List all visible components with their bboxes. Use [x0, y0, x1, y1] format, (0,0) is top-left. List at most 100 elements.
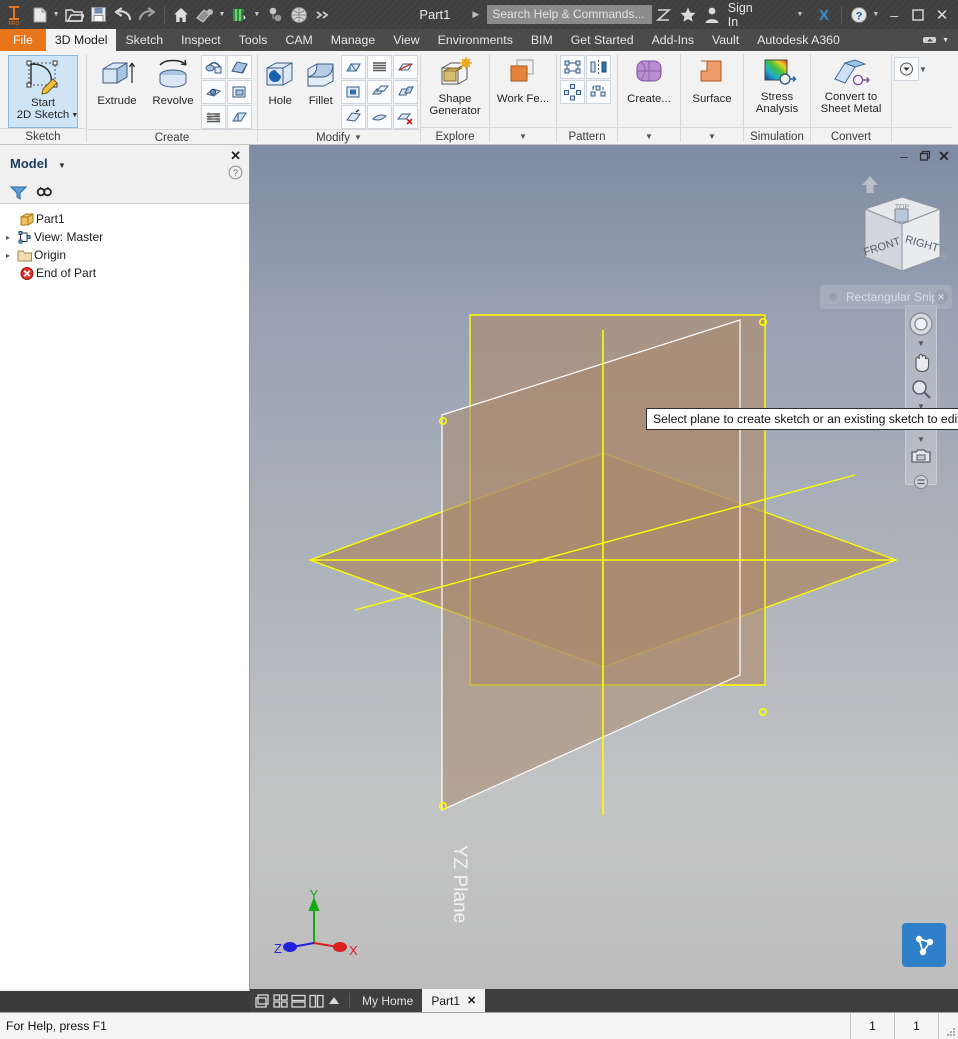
resize-grip-icon[interactable] — [938, 1013, 958, 1039]
work-features-dropdown-icon[interactable]: ▼ — [519, 132, 527, 141]
doc-restore-button[interactable] — [914, 145, 934, 167]
window-minimize-button[interactable]: – — [882, 0, 906, 29]
overflow-caret-icon[interactable]: ▼ — [919, 57, 927, 74]
convert-sheet-metal-button[interactable]: Convert to Sheet Metal — [813, 54, 889, 115]
tile-windows-icon[interactable] — [273, 993, 288, 1008]
direct-edit-icon[interactable] — [367, 80, 392, 104]
a360-share-badge[interactable] — [902, 923, 946, 967]
account-caret-icon[interactable]: ▼ — [796, 11, 807, 18]
tree-item-part1[interactable]: Part1 — [0, 210, 249, 228]
steering-wheel-dropdown-icon[interactable]: ▼ — [917, 339, 925, 348]
document-tab-close-icon[interactable]: ✕ — [467, 994, 476, 1007]
material-caret-icon[interactable]: ▼ — [252, 11, 263, 18]
mirror-icon[interactable] — [586, 55, 611, 79]
loft-icon[interactable] — [227, 55, 252, 79]
pan-hand-icon[interactable] — [906, 348, 936, 376]
work-feature-button[interactable]: Work Fe... — [492, 54, 554, 105]
split-icon[interactable] — [341, 105, 366, 129]
undo-icon[interactable] — [111, 0, 135, 29]
extrude-button[interactable]: Extrude — [89, 54, 145, 107]
tree-expand-arrow-icon[interactable]: ▸ — [0, 233, 16, 242]
shape-generator-button[interactable]: Shape Generator — [423, 54, 487, 117]
expand-icon[interactable] — [327, 995, 341, 1007]
zoom-icon[interactable] — [906, 376, 936, 402]
tab-tools[interactable]: Tools — [230, 29, 277, 51]
draft-icon[interactable] — [341, 80, 366, 104]
tab-environments[interactable]: Environments — [429, 29, 522, 51]
sign-in-label[interactable]: Sign In — [728, 1, 764, 29]
tree-item-end-of-part[interactable]: End of Part — [0, 264, 249, 282]
browser-help-icon[interactable]: ? — [228, 165, 243, 180]
thread-icon[interactable] — [367, 55, 392, 79]
rectangular-pattern-icon[interactable] — [560, 55, 585, 79]
steering-wheel-icon[interactable] — [906, 309, 936, 339]
coil-icon[interactable] — [201, 105, 226, 129]
stress-analysis-button[interactable]: Stress Analysis — [746, 54, 808, 115]
tile-vertical-icon[interactable] — [309, 994, 324, 1008]
exchange-apps-icon[interactable]: X — [812, 0, 836, 29]
tab-vault[interactable]: Vault — [703, 29, 748, 51]
tab-sketch[interactable]: Sketch — [116, 29, 172, 51]
tab-view[interactable]: View — [384, 29, 428, 51]
overflow-dropdown-button[interactable] — [894, 57, 919, 81]
filter-icon[interactable] — [10, 185, 27, 200]
share-icon[interactable] — [652, 0, 676, 29]
doc-close-button[interactable]: ✕ — [934, 145, 954, 167]
tree-item-origin[interactable]: ▸ Origin — [0, 246, 249, 264]
revolve-button[interactable]: Revolve — [145, 54, 201, 107]
navbar-options-icon[interactable] — [906, 468, 936, 492]
open-file-icon[interactable] — [63, 0, 87, 29]
start-2d-sketch-button[interactable]: Start 2D Sketch ▼ — [8, 55, 78, 128]
look-at-icon[interactable] — [906, 444, 936, 468]
new-file-caret-icon[interactable]: ▼ — [52, 11, 63, 18]
orbit-dropdown-icon[interactable]: ▼ — [917, 435, 925, 444]
delete-face-icon[interactable] — [393, 105, 418, 129]
sweep-icon[interactable] — [201, 55, 226, 79]
emboss-icon[interactable] — [201, 80, 226, 104]
chamfer-icon[interactable] — [341, 55, 366, 79]
tab-autodesk-a360[interactable]: Autodesk A360 — [748, 29, 849, 51]
appearance-caret-icon[interactable]: ▼ — [217, 11, 228, 18]
circular-pattern-icon[interactable] — [560, 80, 585, 104]
graphics-viewport[interactable]: – ✕ YZ Plane FRONT RIGHT TOP Rectangular… — [250, 145, 958, 991]
thicken-offset-icon[interactable] — [367, 105, 392, 129]
document-tab-part1[interactable]: Part1 ✕ — [422, 989, 486, 1012]
shell-icon[interactable] — [393, 55, 418, 79]
tab-cam[interactable]: CAM — [276, 29, 321, 51]
plastic-create-button[interactable]: Create... — [620, 54, 678, 105]
combine-icon[interactable] — [393, 80, 418, 104]
tab-3d-model[interactable]: 3D Model — [45, 29, 117, 51]
user-account-icon[interactable] — [700, 0, 724, 29]
redo-icon[interactable] — [135, 0, 159, 29]
browser-dropdown-icon[interactable]: ▼ — [58, 161, 66, 170]
document-tab-my-home[interactable]: My Home — [353, 989, 422, 1012]
material-icon[interactable] — [228, 0, 252, 29]
window-maximize-button[interactable] — [906, 0, 930, 29]
ribbon-display-options-icon[interactable]: ▼ — [913, 29, 958, 51]
more-icon[interactable] — [311, 0, 335, 29]
title-caret-icon[interactable]: ▶ — [472, 9, 479, 20]
tab-file[interactable]: File — [0, 29, 46, 51]
snip-close-icon[interactable]: ✕ — [934, 290, 948, 304]
hole-button[interactable]: Hole — [260, 54, 301, 107]
rib-icon[interactable] — [227, 80, 252, 104]
save-icon[interactable] — [87, 0, 111, 29]
sketch-driven-pattern-icon[interactable]: + — [586, 80, 611, 104]
new-file-icon[interactable] — [28, 0, 52, 29]
select-icon[interactable] — [263, 0, 287, 29]
tab-inspect[interactable]: Inspect — [172, 29, 230, 51]
tree-expand-arrow-icon[interactable]: ▸ — [0, 251, 16, 260]
appearance-icon[interactable] — [193, 0, 217, 29]
tree-item-view-master[interactable]: ▸ View: Master — [0, 228, 249, 246]
cascade-windows-icon[interactable] — [255, 993, 270, 1008]
doc-minimize-button[interactable]: – — [894, 145, 914, 167]
tab-get-started[interactable]: Get Started — [562, 29, 643, 51]
derive-icon[interactable] — [227, 105, 252, 129]
plastic-dropdown-icon[interactable]: ▼ — [645, 132, 653, 141]
surface-button[interactable]: Surface — [683, 54, 741, 105]
home-icon[interactable] — [169, 0, 193, 29]
find-icon[interactable] — [36, 185, 53, 200]
tab-add-ins[interactable]: Add-Ins — [643, 29, 703, 51]
surface-dropdown-icon[interactable]: ▼ — [708, 132, 716, 141]
fillet-button[interactable]: Fillet — [301, 54, 342, 107]
